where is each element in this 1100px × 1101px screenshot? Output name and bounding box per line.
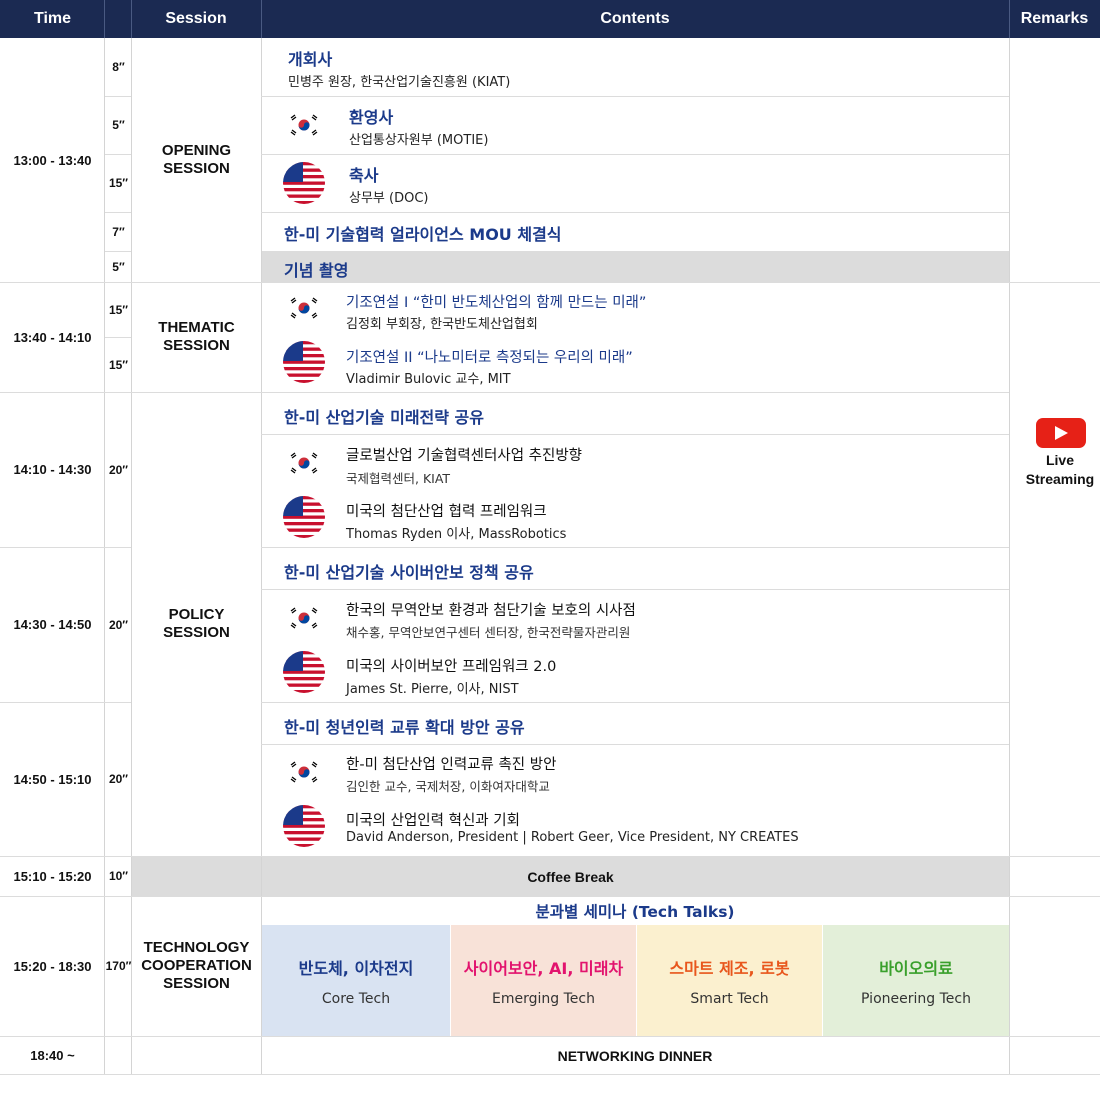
track-sub: Smart Tech: [690, 990, 769, 1007]
duration: 5″: [112, 118, 125, 132]
policy2-kr-title: 한국의 무역안보 환경과 첨단기술 보호의 시사점: [346, 603, 636, 619]
welcome-title: 환영사: [349, 108, 394, 127]
keynote2-speaker: Vladimir Bulovic 교수, MIT: [346, 372, 511, 387]
policy1-kr-speaker: 국제협력센터, KIAT: [346, 471, 451, 486]
time-tech: 15:20 - 18:30: [13, 958, 92, 974]
header-time: Time: [0, 0, 105, 38]
photo-band: [261, 251, 1009, 282]
header-remarks: Remarks: [1009, 0, 1100, 38]
mou-title: 한-미 기술협력 얼라이언스 MOU 체결식: [284, 225, 562, 244]
track-pioneering: 바이오의료 Pioneering Tech: [823, 925, 1009, 1036]
policy1-title: 한-미 산업기술 미래전략 공유: [284, 408, 484, 427]
live-streaming-label[interactable]: Live Streaming: [1012, 451, 1100, 489]
duration: 8″: [112, 60, 125, 74]
track-sub: Core Tech: [321, 990, 391, 1007]
policy3-kr-speaker: 김인한 교수, 국제처장, 이화여자대학교: [346, 779, 550, 794]
session-thematic: THEMATIC SESSION: [158, 319, 235, 354]
header-duration: [105, 0, 131, 38]
congrats-speaker: 상무부 (DOC): [349, 191, 429, 206]
photo-title: 기념 촬영: [284, 261, 349, 280]
duration: 20″: [108, 462, 129, 477]
policy2-kr-speaker: 채수홍, 무역안보연구센터 센터장, 한국전략물자관리원: [346, 625, 631, 640]
duration: 15″: [108, 176, 129, 190]
header-contents: Contents: [261, 0, 1009, 38]
policy2-title: 한-미 산업기술 사이버안보 정책 공유: [284, 563, 534, 582]
duration: 5″: [112, 259, 125, 274]
policy3-us-title: 미국의 산업인력 혁신과 기회: [346, 813, 520, 829]
duration: 10″: [108, 869, 129, 883]
policy3-kr-title: 한-미 첨단산업 인력교류 촉진 방안: [346, 757, 557, 773]
opening-address-speaker: 민병주 원장, 한국산업기술진흥원 (KIAT): [288, 75, 511, 90]
track-emerging: 사이어보안, AI, 미래차 Emerging Tech: [451, 925, 636, 1036]
opening-address-title: 개회사: [288, 50, 333, 69]
duration: 15″: [108, 357, 129, 372]
keynote1-speaker: 김정회 부회장, 한국반도체산업협회: [346, 317, 538, 332]
session-tech: TECHNOLOGY COOPERATION SESSION: [141, 939, 252, 992]
keynote2-title: 기조연설 II “나노미터로 측정되는 우리의 미래”: [346, 350, 633, 366]
usa-flag-icon: [283, 496, 325, 538]
duration: 20″: [108, 617, 129, 632]
track-sub: Emerging Tech: [492, 990, 595, 1007]
policy3-title: 한-미 청년인력 교류 확대 방안 공유: [284, 718, 525, 737]
policy2-us-speaker: James St. Pierre, 이사, NIST: [346, 682, 519, 697]
policy3-us-speaker: David Anderson, President | Robert Geer,…: [346, 830, 799, 845]
coffee-break-label: Coffee Break: [527, 868, 614, 885]
usa-flag-icon: [283, 805, 325, 847]
time-opening: 13:00 - 13:40: [13, 152, 92, 168]
korea-flag-icon: [283, 442, 325, 484]
time-policy-3: 14:50 - 15:10: [13, 771, 92, 787]
session-opening: OPENING SESSION: [161, 142, 232, 177]
track-sub: Pioneering Tech: [861, 990, 971, 1007]
track-title: 반도체, 이차전지: [298, 958, 414, 978]
time-dinner: 18:40 ~: [30, 1047, 75, 1063]
korea-flag-icon: [283, 104, 325, 146]
policy2-us-title: 미국의 사이버보안 프레임워크 2.0: [346, 659, 557, 675]
usa-flag-icon: [283, 651, 325, 693]
youtube-play-icon[interactable]: [1036, 418, 1086, 448]
duration: 7″: [112, 224, 125, 239]
duration: 20″: [108, 772, 129, 786]
policy1-kr-title: 글로벌산업 기술협력센터사업 추진방향: [346, 448, 582, 464]
korea-flag-icon: [283, 751, 325, 793]
congrats-title: 축사: [349, 166, 379, 185]
session-policy: POLICY SESSION: [163, 606, 230, 641]
header-session: Session: [131, 0, 261, 38]
policy1-us-title: 미국의 첨단산업 협력 프레임워크: [346, 504, 547, 520]
keynote1-title: 기조연설 I “한미 반도체산업의 함께 만드는 미래”: [346, 295, 647, 311]
track-title: 바이오의료: [879, 958, 953, 978]
track-title: 사이어보안, AI, 미래차: [463, 958, 624, 978]
korea-flag-icon: [283, 597, 325, 639]
policy1-us-speaker: Thomas Ryden 이사, MassRobotics: [346, 527, 567, 542]
time-policy-2: 14:30 - 14:50: [13, 617, 92, 632]
time-thematic: 13:40 - 14:10: [13, 329, 92, 345]
time-coffee: 15:10 - 15:20: [13, 868, 92, 884]
duration: 15″: [108, 302, 129, 317]
duration: 170″: [105, 959, 132, 973]
korea-flag-icon: [283, 287, 325, 329]
track-core: 반도체, 이차전지 Core Tech: [262, 925, 450, 1036]
time-policy-1: 14:10 - 14:30: [13, 462, 92, 477]
track-title: 스마트 제조, 로봇: [669, 958, 790, 978]
usa-flag-icon: [283, 341, 325, 383]
usa-flag-icon: [283, 162, 325, 204]
track-smart: 스마트 제조, 로봇 Smart Tech: [637, 925, 822, 1036]
welcome-speaker: 산업통상자원부 (MOTIE): [349, 133, 489, 148]
dinner-label: NETWORKING DINNER: [557, 1047, 713, 1064]
tech-heading: 분과별 세미나 (Tech Talks): [535, 902, 735, 921]
